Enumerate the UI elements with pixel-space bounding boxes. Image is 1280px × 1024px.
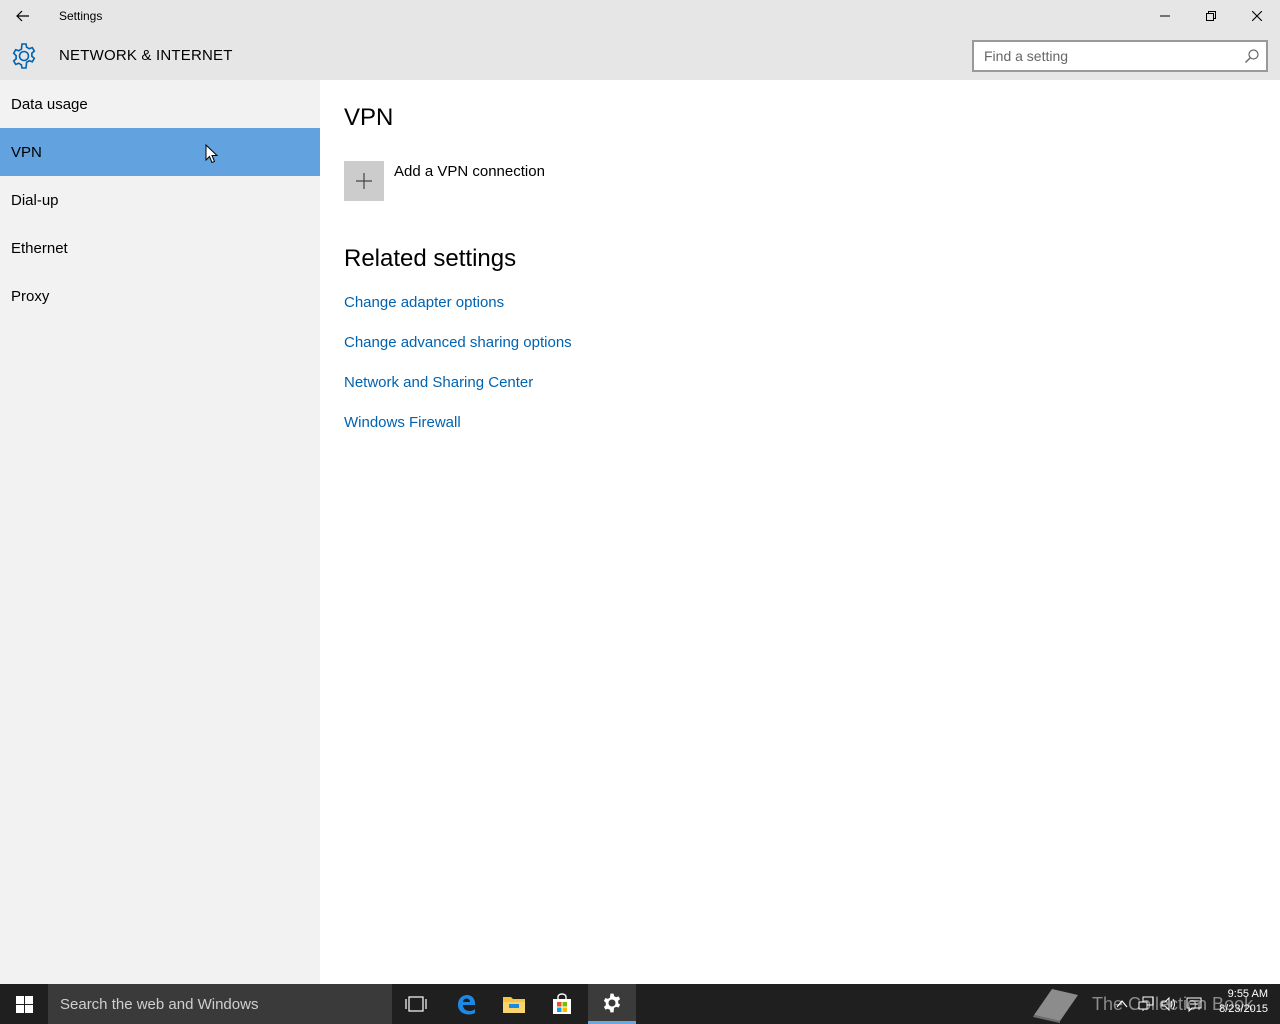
page-title: VPN	[344, 104, 394, 131]
search-icon[interactable]	[1244, 48, 1260, 64]
minimize-icon	[1160, 15, 1170, 17]
taskbar-search-placeholder: Search the web and Windows	[60, 995, 259, 1013]
sidebar-item-label: Data usage	[11, 95, 88, 113]
edge-icon	[458, 995, 475, 1015]
sidebar-item-dial-up[interactable]: Dial-up	[0, 176, 320, 224]
start-button[interactable]	[0, 984, 48, 1024]
taskbar-search-box[interactable]: Search the web and Windows	[48, 984, 392, 1024]
restore-icon	[1206, 11, 1216, 21]
sidebar-item-label: Dial-up	[11, 191, 59, 209]
windows-firewall-link[interactable]: Windows Firewall	[344, 413, 572, 453]
add-vpn-connection-button[interactable]: Add a VPN connection	[344, 161, 545, 201]
network-and-sharing-center-link[interactable]: Network and Sharing Center	[344, 373, 572, 413]
sidebar-item-vpn[interactable]: VPN	[0, 128, 320, 176]
content-pane: VPN Add a VPN connection Related setting…	[320, 80, 1280, 984]
sidebar-item-label: Ethernet	[11, 239, 68, 257]
system-clock[interactable]: 9:55 AM 8/23/2015	[1212, 987, 1268, 1017]
plus-icon	[356, 173, 372, 189]
task-view-button[interactable]	[392, 984, 440, 1024]
related-settings-heading: Related settings	[344, 245, 517, 272]
section-title: NETWORK & INTERNET	[59, 47, 233, 64]
gear-icon	[12, 43, 36, 69]
minimize-button[interactable]	[1142, 0, 1188, 32]
settings-taskbar-button[interactable]	[588, 984, 636, 1024]
action-center-icon[interactable]	[1186, 996, 1202, 1012]
edge-browser-button[interactable]	[442, 984, 490, 1024]
store-button[interactable]	[538, 984, 586, 1024]
settings-search-box[interactable]	[972, 40, 1268, 72]
add-vpn-label: Add a VPN connection	[394, 163, 545, 180]
related-settings-links: Change adapter options Change advanced s…	[344, 293, 572, 453]
mouse-cursor-icon	[205, 144, 219, 164]
title-bar: Settings	[0, 0, 1280, 32]
store-bag-icon	[553, 993, 571, 1014]
sidebar-item-ethernet[interactable]: Ethernet	[0, 224, 320, 272]
restore-button[interactable]	[1188, 0, 1234, 32]
change-advanced-sharing-options-link[interactable]: Change advanced sharing options	[344, 333, 572, 373]
settings-gear-icon	[603, 993, 621, 1012]
chevron-up-icon[interactable]	[1114, 996, 1130, 1012]
window-title: Settings	[59, 9, 103, 23]
sidebar: Data usage VPN Dial-up Ethernet Proxy	[0, 80, 320, 984]
task-view-icon	[405, 996, 427, 1012]
book-logo-icon	[1033, 989, 1078, 1023]
file-explorer-button[interactable]	[490, 984, 538, 1024]
close-icon	[1252, 11, 1262, 21]
sidebar-item-label: VPN	[11, 143, 42, 161]
settings-search-input[interactable]	[974, 42, 1224, 70]
clock-time: 9:55 AM	[1227, 988, 1268, 1000]
volume-icon[interactable]	[1161, 996, 1177, 1012]
taskbar: Search the web and Windows The Collectio…	[0, 984, 1280, 1024]
back-button[interactable]	[0, 0, 46, 32]
clock-date: 8/23/2015	[1219, 1003, 1268, 1015]
add-tile[interactable]	[344, 161, 384, 201]
settings-header: NETWORK & INTERNET	[0, 32, 1280, 80]
back-arrow-icon	[16, 10, 29, 22]
network-icon[interactable]	[1138, 996, 1154, 1012]
windows-logo-icon	[15, 995, 33, 1013]
sidebar-item-proxy[interactable]: Proxy	[0, 272, 320, 320]
sidebar-item-label: Proxy	[11, 287, 50, 305]
folder-icon	[503, 997, 525, 1013]
change-adapter-options-link[interactable]: Change adapter options	[344, 293, 572, 333]
sidebar-item-data-usage[interactable]: Data usage	[0, 80, 320, 128]
window-controls	[1142, 0, 1280, 32]
close-button[interactable]	[1234, 0, 1280, 32]
